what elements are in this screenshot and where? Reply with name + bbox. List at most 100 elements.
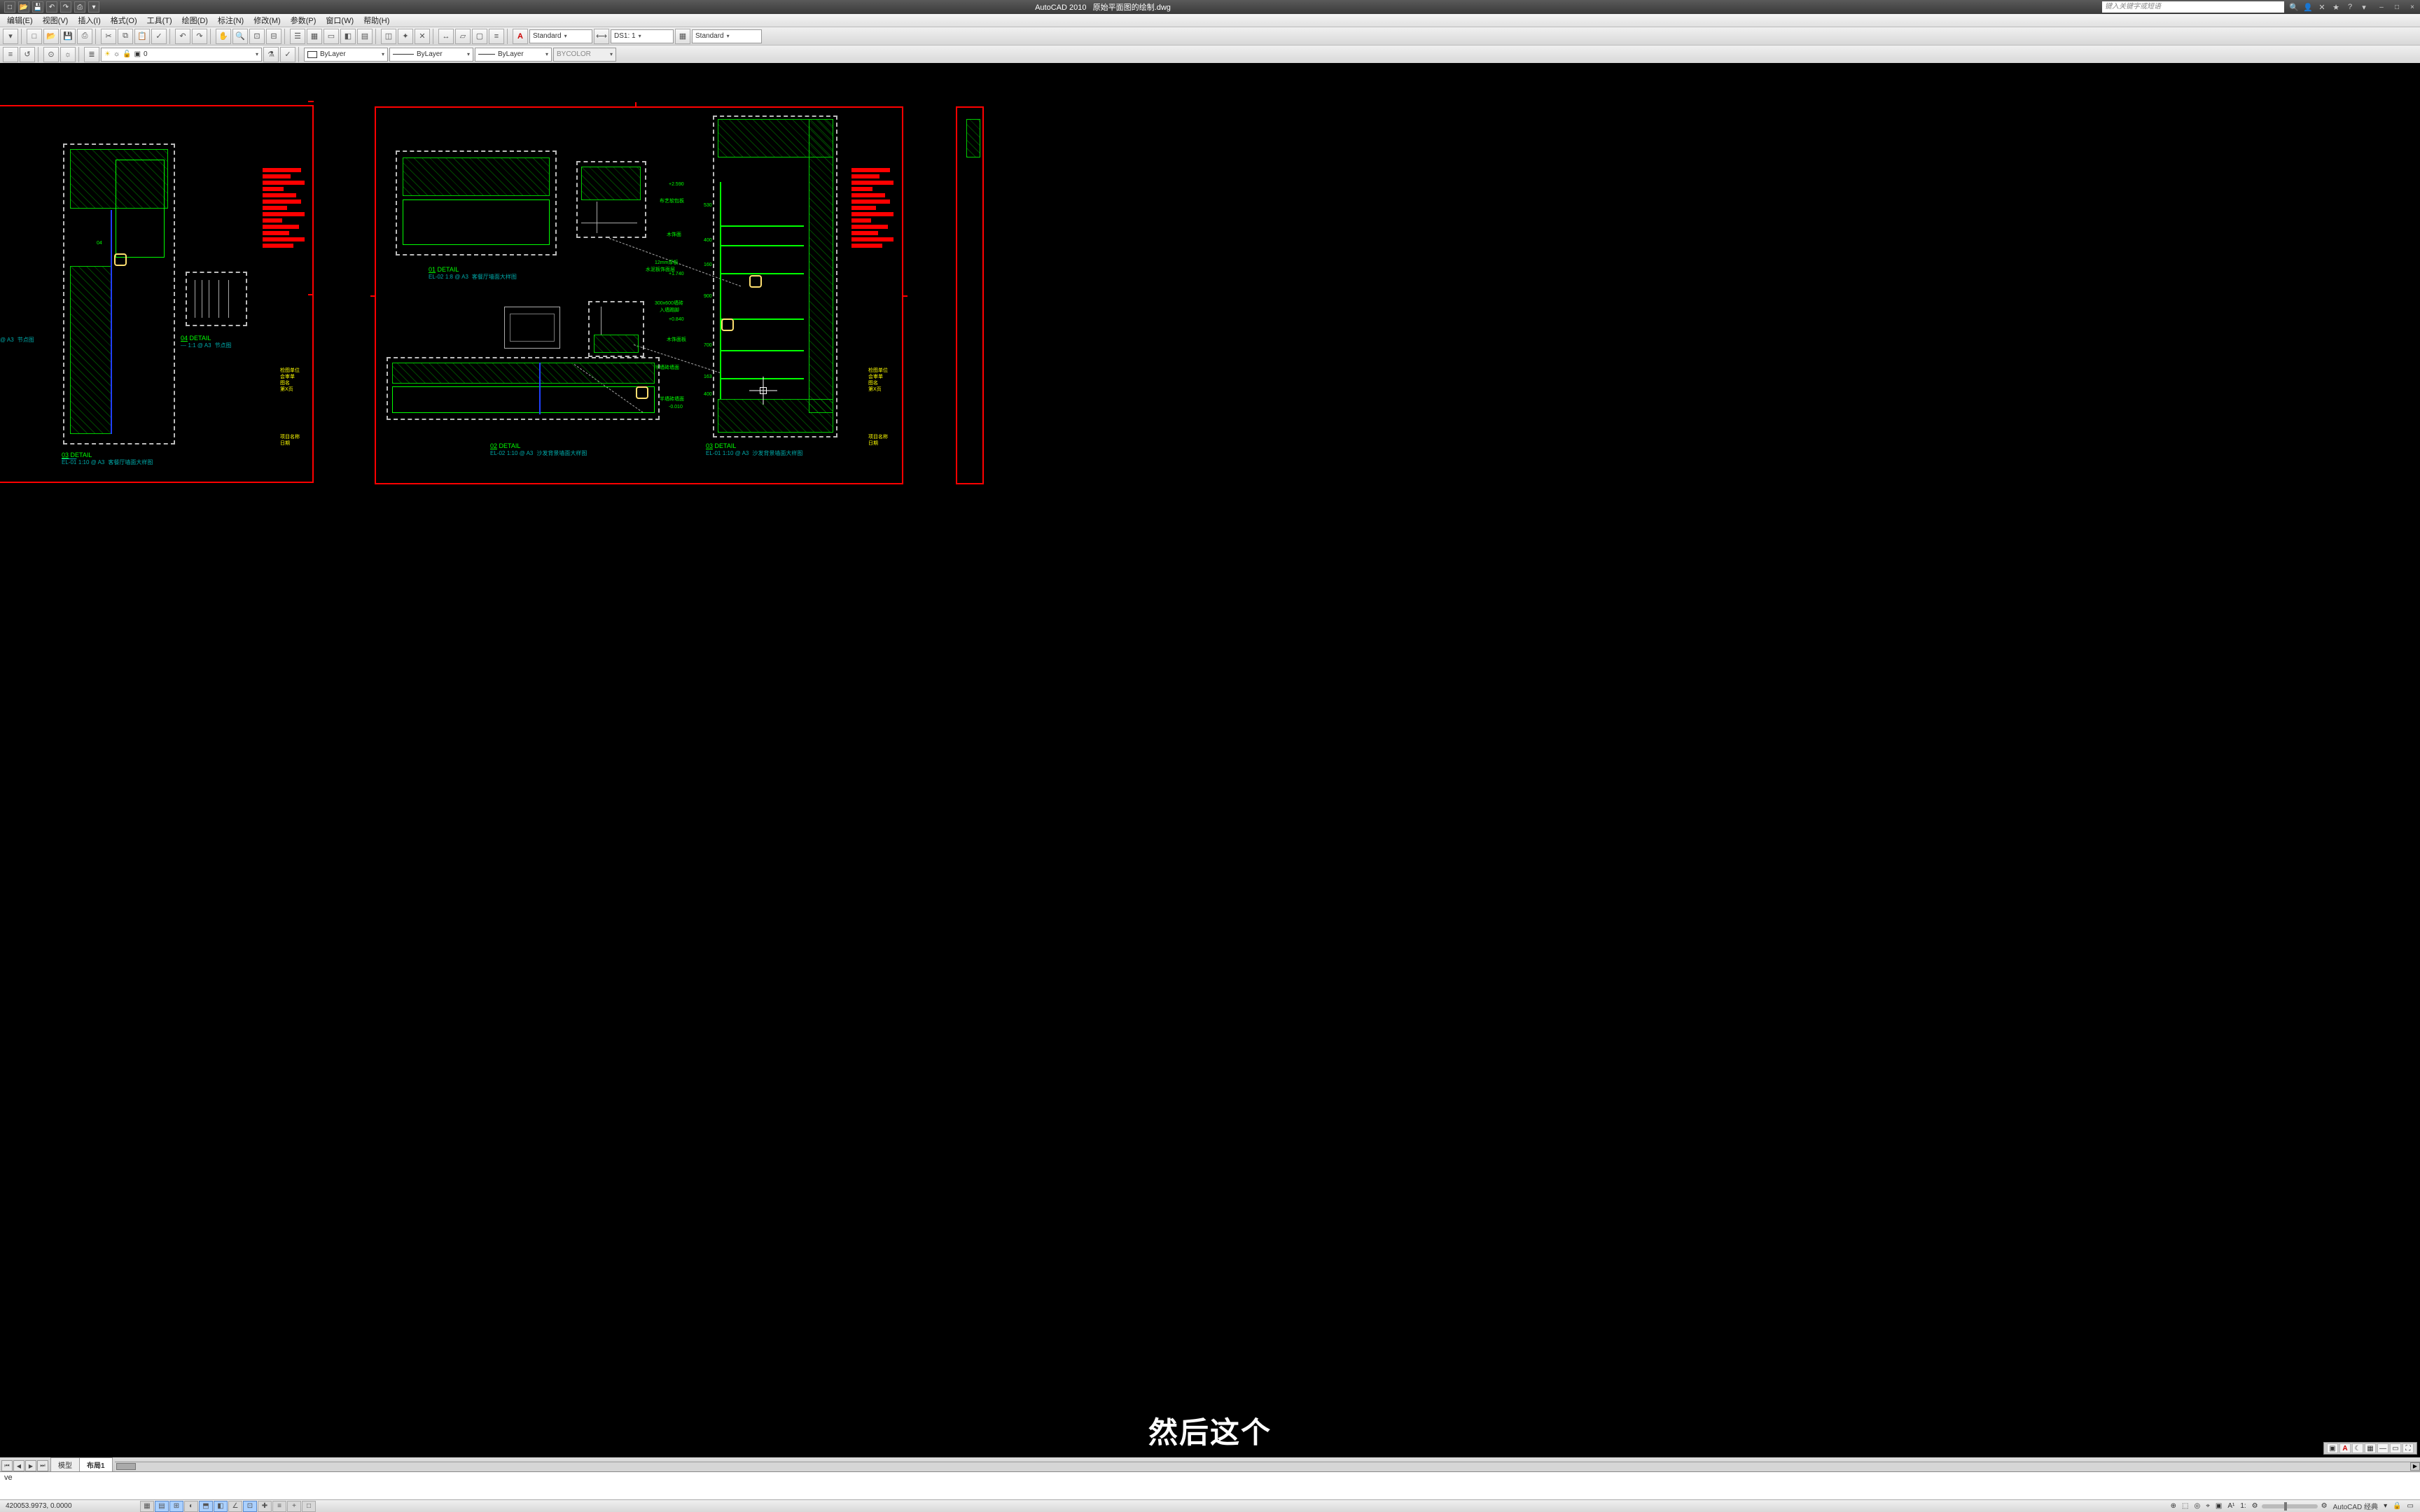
- menu-draw[interactable]: 绘图(D): [178, 15, 212, 26]
- tb-cut[interactable]: ✂: [101, 29, 116, 44]
- tb-copy[interactable]: ⧉: [118, 29, 133, 44]
- minimize-button[interactable]: –: [2374, 1, 2389, 13]
- tb-zoom-rt[interactable]: 🔍: [232, 29, 248, 44]
- sb-quickview-icon[interactable]: ◎: [2192, 1502, 2202, 1511]
- tab-model[interactable]: 模型: [50, 1457, 80, 1471]
- maximize-button[interactable]: □: [2389, 1, 2405, 13]
- tab-nav-prev[interactable]: ◀: [13, 1460, 25, 1471]
- menu-help[interactable]: 帮助(H): [359, 15, 394, 26]
- tb-pan[interactable]: ✋: [216, 29, 231, 44]
- menu-dimension[interactable]: 标注(N): [214, 15, 248, 26]
- toggle-lwt[interactable]: ≡: [272, 1501, 286, 1512]
- tb-layerfilter[interactable]: ⚗: [263, 47, 279, 62]
- qat-save-icon[interactable]: 💾: [32, 1, 43, 13]
- tb-layeroff[interactable]: ☼: [60, 47, 76, 62]
- sb-ws-dd[interactable]: ▾: [2381, 1502, 2389, 1511]
- tb-sheet[interactable]: ▭: [324, 29, 339, 44]
- signin-icon[interactable]: 👤: [2302, 1, 2314, 13]
- help-icon[interactable]: ?: [2344, 1, 2356, 13]
- close-button[interactable]: ×: [2405, 1, 2420, 13]
- infocenter-search[interactable]: 键入关键字或短语: [2102, 1, 2284, 13]
- tb-tool-pal[interactable]: ◧: [340, 29, 356, 44]
- tab-nav-last[interactable]: ⏭: [37, 1460, 48, 1471]
- tb-explode[interactable]: ✦: [398, 29, 413, 44]
- exchange-icon[interactable]: ✕: [2316, 1, 2328, 13]
- menu-insert[interactable]: 插入(I): [74, 15, 104, 26]
- menu-format[interactable]: 格式(O): [106, 15, 141, 26]
- linetype-combo[interactable]: ByLayer▾: [389, 48, 473, 62]
- menu-modify[interactable]: 修改(M): [249, 15, 285, 26]
- tab-nav-next[interactable]: ▶: [25, 1460, 36, 1471]
- toggle-tpy[interactable]: +: [287, 1501, 301, 1512]
- tb-zoom-p[interactable]: ⊟: [266, 29, 281, 44]
- tb-zoom-w[interactable]: ⊡: [249, 29, 265, 44]
- tb-table-icon[interactable]: ▦: [675, 29, 690, 44]
- cs-annoscale-icon[interactable]: A: [2339, 1443, 2351, 1453]
- sb-tray-icon[interactable]: ▭: [2405, 1502, 2416, 1511]
- lineweight-combo[interactable]: ByLayer▾: [475, 48, 552, 62]
- dim-style-combo[interactable]: DS1: 1▾: [611, 29, 674, 43]
- tb-paste[interactable]: 📋: [134, 29, 150, 44]
- text-style-combo[interactable]: Standard▾: [529, 29, 592, 43]
- menu-view[interactable]: 视图(V): [39, 15, 73, 26]
- sb-layout-icon[interactable]: ⬚: [2180, 1502, 2190, 1511]
- menu-tools[interactable]: 工具(T): [143, 15, 176, 26]
- drawing-canvas[interactable]: 04 03 DETAIL EL-01 1:10 @ A3 客餐厅墙面大样图 @ …: [0, 63, 2420, 1457]
- cs-dash-icon[interactable]: —: [2377, 1443, 2388, 1453]
- sb-model-icon[interactable]: ⊕: [2169, 1502, 2178, 1511]
- qat-redo-icon[interactable]: ↷: [60, 1, 71, 13]
- cs-moon-icon[interactable]: ☾: [2352, 1443, 2363, 1453]
- tb-match[interactable]: ✓: [151, 29, 167, 44]
- qat-open-icon[interactable]: 📂: [18, 1, 29, 13]
- qat-new-icon[interactable]: □: [4, 1, 15, 13]
- tb-props[interactable]: ☰: [290, 29, 305, 44]
- command-line[interactable]: ve: [0, 1471, 2420, 1499]
- toggle-osnap[interactable]: ⬒: [199, 1501, 213, 1512]
- toggle-ducs[interactable]: ⊡: [243, 1501, 257, 1512]
- hscroll-right[interactable]: ▶: [2410, 1462, 2420, 1471]
- toggle-qp[interactable]: □: [302, 1501, 316, 1512]
- layer-combo[interactable]: ☀☼🔓▣ 0▾: [101, 48, 262, 62]
- tb-layermgr[interactable]: ≡: [3, 47, 18, 62]
- menu-window[interactable]: 窗口(W): [321, 15, 358, 26]
- tb-open[interactable]: 📂: [43, 29, 59, 44]
- tb-layerprev[interactable]: ↺: [20, 47, 35, 62]
- tb-erase[interactable]: ✕: [415, 29, 430, 44]
- toggle-snap[interactable]: ▦: [140, 1501, 154, 1512]
- toggle-grid[interactable]: ▤: [155, 1501, 169, 1512]
- tb-block[interactable]: ◫: [381, 29, 396, 44]
- tb-list[interactable]: ≡: [489, 29, 504, 44]
- tb-new[interactable]: □: [27, 29, 42, 44]
- tb-redo[interactable]: ↷: [192, 29, 207, 44]
- sb-zoom-icon[interactable]: ▣: [2213, 1502, 2224, 1511]
- favorite-icon[interactable]: ★: [2330, 1, 2342, 13]
- tb-dist[interactable]: ↔: [438, 29, 454, 44]
- search-go-icon[interactable]: 🔍: [2288, 1, 2300, 13]
- tb-save[interactable]: 💾: [60, 29, 76, 44]
- workspace-label[interactable]: AutoCAD 经典: [2331, 1502, 2380, 1511]
- help-dd-icon[interactable]: ▾: [2358, 1, 2370, 13]
- cs-grid-icon[interactable]: ▦: [2365, 1443, 2376, 1453]
- toggle-otrack[interactable]: ∠: [228, 1501, 242, 1512]
- tb-area[interactable]: ▱: [455, 29, 471, 44]
- sb-scale-icon[interactable]: 1:: [2238, 1502, 2248, 1511]
- cs-rect-icon[interactable]: ▭: [2390, 1443, 2401, 1453]
- qat-undo-icon[interactable]: ↶: [46, 1, 57, 13]
- qat-more-icon[interactable]: ▾: [88, 1, 99, 13]
- toggle-3dosnap[interactable]: ◧: [214, 1501, 228, 1512]
- menu-parametric[interactable]: 参数(P): [286, 15, 321, 26]
- toggle-ortho[interactable]: ⊞: [169, 1501, 183, 1512]
- sb-lock-icon[interactable]: 🔒: [2391, 1502, 2403, 1511]
- sb-gear-icon[interactable]: ⚙: [2250, 1502, 2260, 1511]
- cs-max-icon[interactable]: ⛶: [2402, 1443, 2414, 1453]
- zoom-slider[interactable]: [2262, 1504, 2318, 1508]
- tb-dsv[interactable]: ▦: [307, 29, 322, 44]
- table-style-combo[interactable]: Standard▾: [692, 29, 762, 43]
- tb-layeriso[interactable]: ⊙: [43, 47, 59, 62]
- sb-annoscale-icon[interactable]: A¹: [2225, 1502, 2237, 1511]
- color-combo[interactable]: ByLayer▾: [304, 48, 388, 62]
- tb-layermatch[interactable]: ✓: [280, 47, 295, 62]
- tb-layerstate[interactable]: ≣: [84, 47, 99, 62]
- tb-undo[interactable]: ↶: [175, 29, 190, 44]
- tb-dropdown[interactable]: ▾: [3, 29, 18, 44]
